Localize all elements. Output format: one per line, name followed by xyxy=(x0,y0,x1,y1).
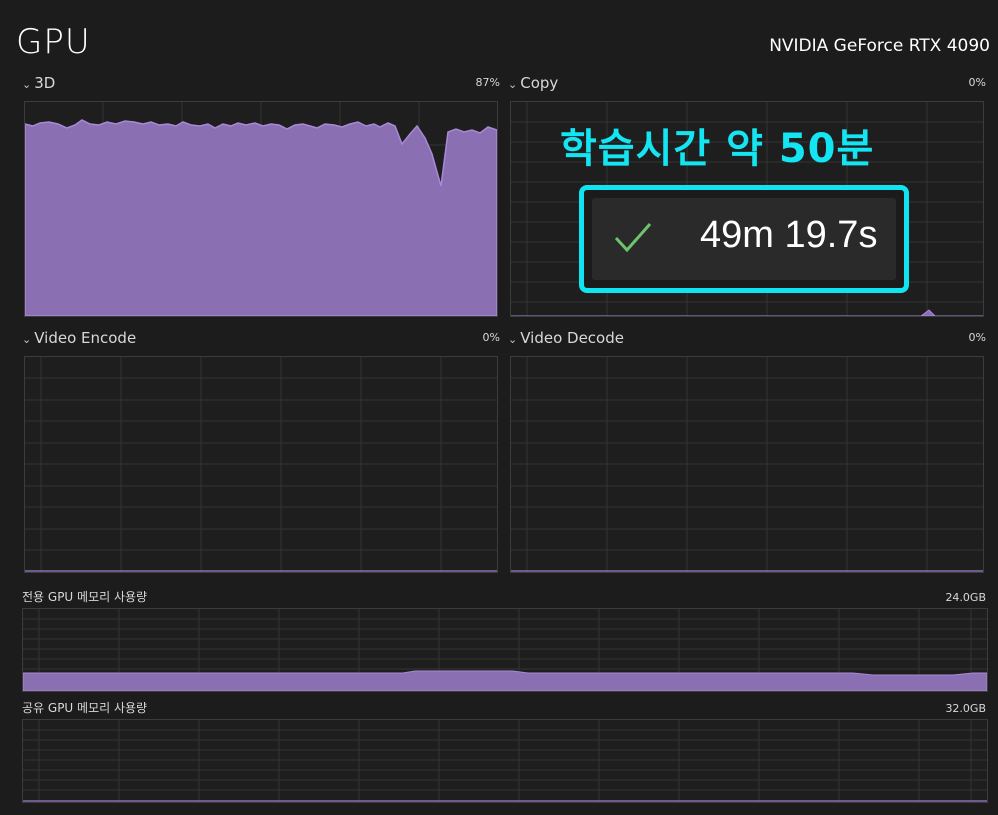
chevron-down-icon[interactable]: ⌄ xyxy=(22,333,31,346)
chevron-down-icon[interactable]: ⌄ xyxy=(22,78,31,91)
graph-video-encode xyxy=(24,356,498,573)
page-title: GPU xyxy=(16,22,91,62)
chevron-down-icon[interactable]: ⌄ xyxy=(508,333,517,346)
graph-dedicated-memory-area xyxy=(23,670,987,691)
panel-label-video-encode: Video Encode xyxy=(34,329,137,347)
elapsed-time: 49m 19.7s xyxy=(700,214,878,256)
graph-video-encode-svg xyxy=(25,357,497,572)
shared-memory-value: 32.0GB xyxy=(945,702,986,715)
dedicated-memory-label: 전용 GPU 메모리 사용량 xyxy=(22,590,148,604)
graph-3d-area xyxy=(25,119,497,316)
graph-dedicated-memory xyxy=(22,608,988,692)
timer-cell: 49m 19.7s xyxy=(592,198,896,280)
dedicated-memory-value: 24.0GB xyxy=(945,591,986,604)
panel-label-3d: 3D xyxy=(34,74,56,92)
timer-highlight-box: 49m 19.7s xyxy=(579,185,909,293)
panel-value-video-decode: 0% xyxy=(968,331,986,344)
graph-dedicated-memory-svg xyxy=(23,609,987,691)
panel-header-copy[interactable]: ⌄ Copy xyxy=(508,74,558,92)
chevron-down-icon[interactable]: ⌄ xyxy=(508,78,517,91)
graph-copy-area xyxy=(511,309,983,316)
panel-value-video-encode: 0% xyxy=(482,331,500,344)
graph-video-decode xyxy=(510,356,984,573)
graph-shared-memory-svg xyxy=(23,720,987,802)
graph-video-decode-svg xyxy=(511,357,983,572)
panel-label-video-decode: Video Decode xyxy=(520,329,624,347)
shared-memory-label: 공유 GPU 메모리 사용량 xyxy=(22,701,148,715)
panel-header-video-encode[interactable]: ⌄ Video Encode xyxy=(22,329,136,347)
gpu-device-name: NVIDIA GeForce RTX 4090 xyxy=(769,36,990,56)
panel-header-video-decode[interactable]: ⌄ Video Decode xyxy=(508,329,624,347)
graph-3d xyxy=(24,101,498,317)
graph-3d-svg xyxy=(25,102,497,316)
check-icon xyxy=(614,223,652,253)
graph-shared-memory xyxy=(22,719,988,803)
panel-value-copy: 0% xyxy=(968,76,986,89)
panel-value-3d: 87% xyxy=(475,76,500,89)
training-time-caption: 학습시간 약 50분 xyxy=(560,126,875,172)
panel-label-copy: Copy xyxy=(520,74,559,92)
panel-header-3d[interactable]: ⌄ 3D xyxy=(22,74,55,92)
